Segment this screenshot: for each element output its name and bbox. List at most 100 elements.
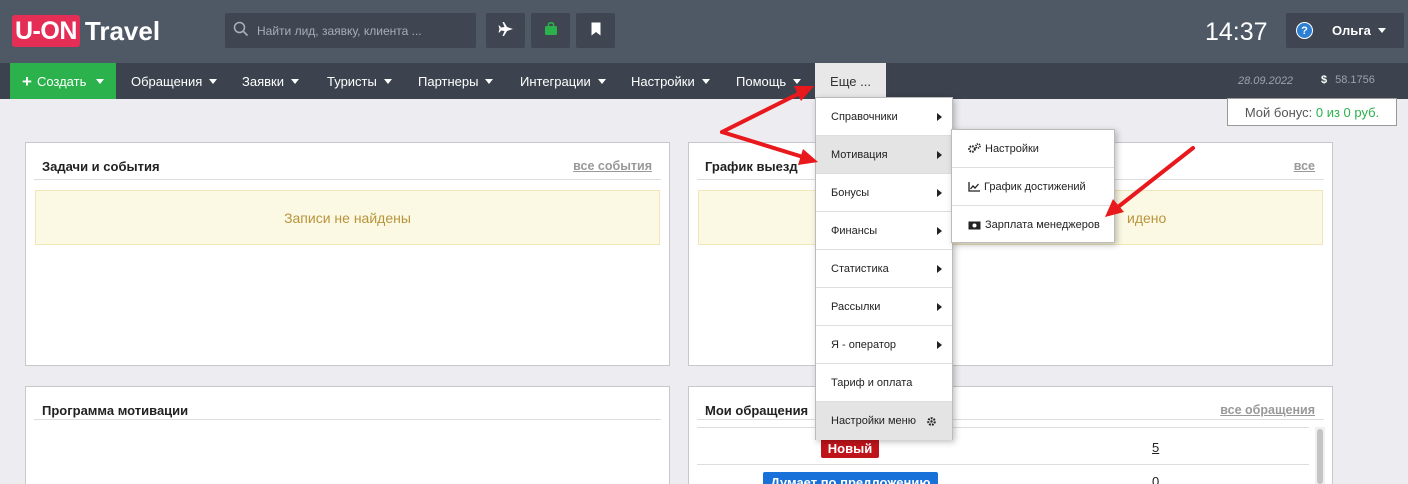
currency-rate: $58.1756 xyxy=(1321,74,1375,86)
current-date: 28.09.2022 xyxy=(1238,75,1294,87)
scrollbar-thumb[interactable] xyxy=(1317,429,1323,484)
motivation-panel: Программа мотивации xyxy=(25,386,670,484)
nav-label: Партнеры xyxy=(418,73,479,89)
more-dropdown-menu: Справочники Мотивация Бонусы Финансы Ста… xyxy=(815,97,953,440)
divider xyxy=(697,419,1324,420)
main-nav: + Создать Обращения Заявки Туристы Партн… xyxy=(0,63,1408,99)
nav-item-more[interactable]: Еще ... xyxy=(815,63,886,99)
menu-item-bonuses[interactable]: Бонусы xyxy=(816,174,952,212)
logo-text: Travel xyxy=(84,15,161,46)
chevron-right-icon xyxy=(937,112,942,121)
bookmark-icon xyxy=(590,22,602,39)
bonus-label: Мой бонус: xyxy=(1244,104,1313,120)
top-bar: U-ON Travel 14:37 ? Ольга xyxy=(0,0,1408,63)
menu-item-tariff[interactable]: Тариф и оплата xyxy=(816,364,952,402)
divider xyxy=(34,419,661,420)
divider xyxy=(34,179,661,180)
airplane-icon xyxy=(498,21,514,40)
nav-label: Помощь xyxy=(736,73,787,89)
menu-item-finances[interactable]: Финансы xyxy=(816,212,952,250)
chevron-down-icon xyxy=(597,78,606,84)
request-count[interactable]: 5 xyxy=(1152,440,1159,455)
chevron-down-icon xyxy=(209,78,218,84)
search-input[interactable] xyxy=(257,23,457,38)
plus-icon: + xyxy=(22,71,32,91)
money-icon xyxy=(968,221,981,230)
submenu-item-settings[interactable]: Настройки xyxy=(952,130,1114,168)
empty-message: Записи не найдены xyxy=(35,190,660,245)
nav-label: Туристы xyxy=(327,73,377,89)
chevron-down-icon xyxy=(793,78,802,84)
menu-label: Финансы xyxy=(831,224,878,237)
bookmarks-button[interactable] xyxy=(576,13,615,48)
request-count[interactable]: 0 xyxy=(1152,474,1159,484)
tours-button[interactable] xyxy=(531,13,570,48)
nav-item-tourists[interactable]: Туристы xyxy=(327,63,392,99)
menu-label: Я - оператор xyxy=(831,338,897,351)
motivation-submenu: Настройки График достижений Зарплата мен… xyxy=(951,129,1115,243)
nav-item-orders[interactable]: Заявки xyxy=(242,63,299,99)
chevron-right-icon xyxy=(937,188,942,197)
bonus-value: 0 из 0 руб. xyxy=(1315,104,1380,120)
all-requests-link[interactable]: все обращения xyxy=(1220,403,1315,417)
scrollbar[interactable] xyxy=(1315,427,1325,484)
menu-item-statistics[interactable]: Статистика xyxy=(816,250,952,288)
chevron-right-icon xyxy=(937,340,942,349)
requests-panel: Мои обращения все обращения xyxy=(688,386,1333,484)
chevron-down-icon xyxy=(290,78,299,84)
divider xyxy=(697,464,1309,465)
submenu-item-achievements-chart[interactable]: График достижений xyxy=(952,168,1114,206)
gears-icon xyxy=(968,143,981,154)
nav-label: Обращения xyxy=(131,73,203,89)
chevron-down-icon xyxy=(485,78,494,84)
divider xyxy=(697,427,1309,428)
line-chart-icon xyxy=(968,181,980,192)
submenu-item-manager-salary[interactable]: Зарплата менеджеров xyxy=(952,206,1114,244)
chevron-down-icon xyxy=(96,78,105,84)
create-label: Создать xyxy=(36,73,87,89)
menu-item-mailings[interactable]: Рассылки xyxy=(816,288,952,326)
help-icon[interactable]: ? xyxy=(1296,22,1313,39)
bag-icon xyxy=(544,22,558,39)
nav-item-help[interactable]: Помощь xyxy=(736,63,802,99)
all-events-link[interactable]: все события xyxy=(573,159,652,173)
chevron-down-icon xyxy=(383,78,392,84)
menu-item-menu-settings[interactable]: Настройки меню xyxy=(816,402,952,440)
my-bonus: Мой бонус: 0 из 0 руб. xyxy=(1227,98,1397,126)
panel-title: Программа мотивации xyxy=(42,403,189,418)
gear-icon xyxy=(926,416,937,427)
nav-item-integrations[interactable]: Интеграции xyxy=(520,63,606,99)
menu-label: Зарплата менеджеров xyxy=(985,219,1100,231)
user-menu-button[interactable]: ? Ольга xyxy=(1286,13,1404,48)
clock: 14:37 xyxy=(1205,18,1268,46)
nav-item-requests[interactable]: Обращения xyxy=(131,63,218,99)
chevron-right-icon xyxy=(937,264,942,273)
menu-label: Статистика xyxy=(831,262,889,275)
nav-item-settings[interactable]: Настройки xyxy=(631,63,710,99)
logo[interactable]: U-ON Travel xyxy=(12,15,160,47)
status-badge[interactable]: Новый xyxy=(821,438,879,458)
chevron-down-icon xyxy=(701,78,710,84)
menu-label: Бонусы xyxy=(831,186,870,199)
panel-title: Задачи и события xyxy=(42,159,160,174)
create-button[interactable]: + Создать xyxy=(10,63,116,99)
panel-title: График выезд xyxy=(705,159,798,174)
search-box[interactable] xyxy=(225,13,476,48)
search-icon xyxy=(233,21,249,40)
menu-label: График достижений xyxy=(984,180,1086,193)
status-badge[interactable]: Думает по предложению xyxy=(763,472,938,484)
menu-label: Настройки меню xyxy=(831,415,916,427)
nav-item-partners[interactable]: Партнеры xyxy=(418,63,494,99)
chevron-right-icon xyxy=(937,150,942,159)
menu-item-motivation[interactable]: Мотивация xyxy=(816,136,952,174)
chevron-down-icon xyxy=(1377,28,1386,33)
tasks-panel: Задачи и события все события Записи не н… xyxy=(25,142,670,366)
menu-item-operator[interactable]: Я - оператор xyxy=(816,326,952,364)
rate-value: 58.1756 xyxy=(1335,74,1375,86)
menu-label: Тариф и оплата xyxy=(831,376,913,389)
menu-item-directories[interactable]: Справочники xyxy=(816,98,952,136)
flights-button[interactable] xyxy=(486,13,525,48)
all-schedule-link[interactable]: все xyxy=(1294,159,1315,173)
menu-label: Рассылки xyxy=(831,300,881,313)
nav-label: Настройки xyxy=(631,73,695,89)
